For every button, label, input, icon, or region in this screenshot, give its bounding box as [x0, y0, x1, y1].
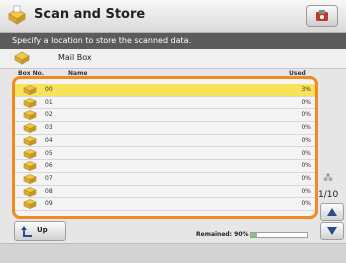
scan-and-store-screen: Scan and Store Specify a location to sto… [0, 0, 346, 263]
box-number: 02 [45, 111, 53, 119]
box-icon [23, 174, 37, 184]
settings-button[interactable] [306, 5, 338, 27]
box-row-00[interactable]: 00 3% [15, 84, 315, 97]
box-icon [23, 199, 37, 210]
box-used: 0% [301, 200, 311, 208]
box-list: 00 3% 01 0% 02 0% 03 0% 04 0% 05 0% 06 0… [12, 76, 318, 219]
box-row-04[interactable]: 04 0% [15, 135, 315, 148]
footer-bar [0, 243, 346, 263]
box-number: 03 [45, 124, 53, 132]
box-icon [23, 110, 37, 121]
box-number: 01 [45, 98, 53, 106]
remaining-meter [250, 232, 308, 238]
location-label: Mail Box [58, 53, 92, 62]
box-used: 0% [301, 174, 311, 182]
location-bar: Mail Box [0, 49, 346, 69]
box-used: 0% [301, 149, 311, 157]
remaining-meter-fill [251, 233, 257, 237]
scroll-up-button[interactable] [320, 203, 344, 221]
box-icon [23, 161, 37, 172]
box-number: 06 [45, 162, 53, 170]
remaining-label: Remained: 90% [196, 231, 249, 238]
box-number: 08 [45, 187, 53, 195]
up-button-label: Up [37, 226, 48, 234]
box-icon [23, 97, 37, 108]
box-icon [23, 186, 37, 197]
instruction-bar: Specify a location to store the scanned … [0, 33, 346, 49]
settings-icon [316, 10, 328, 21]
box-number: 07 [45, 174, 53, 182]
scroll-up-icon [327, 208, 337, 216]
box-number: 05 [45, 149, 53, 157]
instruction-text: Specify a location to store the scanned … [12, 36, 192, 45]
up-arrow-icon [21, 226, 32, 237]
page-indicator: 1/10 [318, 190, 339, 200]
box-used: 0% [301, 162, 311, 170]
box-number: 00 [45, 86, 53, 93]
page-title: Scan and Store [34, 7, 146, 22]
box-row-07[interactable]: 07 0% [15, 173, 315, 186]
scroll-indicator-icon: ⁂ [323, 173, 333, 184]
title-bar: Scan and Store [0, 0, 346, 33]
box-used: 0% [301, 187, 311, 195]
box-row-05[interactable]: 05 0% [15, 148, 315, 161]
box-icon [23, 135, 37, 146]
box-number: 09 [45, 200, 53, 208]
box-row-09[interactable]: 09 0% [15, 198, 315, 211]
box-row-08[interactable]: 08 0% [15, 186, 315, 199]
box-used: 0% [301, 124, 311, 132]
box-used: 0% [301, 136, 311, 144]
box-used: 0% [301, 111, 311, 119]
box-row-01[interactable]: 01 0% [15, 97, 315, 110]
box-row-03[interactable]: 03 0% [15, 122, 315, 135]
up-button[interactable]: Up [14, 221, 66, 241]
box-number: 04 [45, 136, 53, 144]
box-icon [23, 148, 37, 159]
box-used: 3% [301, 86, 311, 93]
box-row-02[interactable]: 02 0% [15, 109, 315, 123]
box-row-06[interactable]: 06 0% [15, 160, 315, 173]
box-used: 0% [301, 98, 311, 106]
scan-store-icon [8, 5, 26, 25]
box-icon [23, 85, 37, 95]
bottom-bar: Up Remained: 90% [0, 221, 346, 241]
box-icon [23, 123, 37, 134]
mailbox-icon [14, 51, 30, 65]
